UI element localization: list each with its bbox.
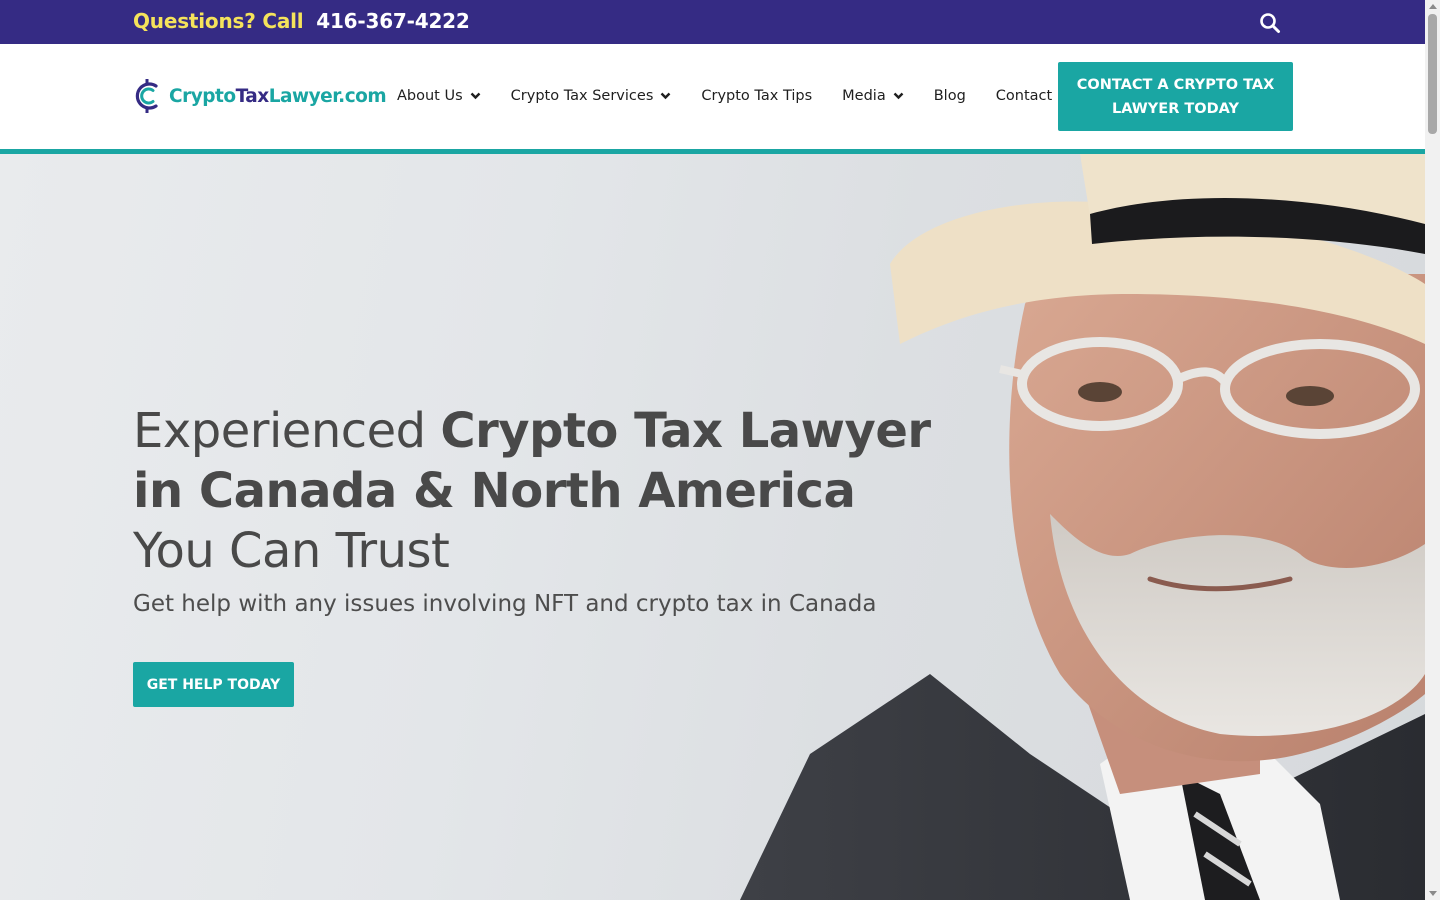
nav-about-us-label: About Us	[397, 88, 463, 104]
chevron-down-icon	[893, 92, 904, 100]
nav-crypto-tax-tips-label: Crypto Tax Tips	[701, 88, 813, 104]
nav-blog[interactable]: Blog	[934, 88, 966, 104]
main-nav: About Us Crypto Tax Services Crypto Tax …	[397, 88, 1052, 104]
get-help-today-button[interactable]: GET HELP TODAY	[133, 662, 294, 707]
hero-headline: Experienced Crypto Tax Lawyer in Canada …	[133, 401, 953, 581]
contact-lawyer-button[interactable]: CONTACT A CRYPTO TAX LAWYER TODAY	[1058, 62, 1293, 131]
call-banner-lead: Questions? Call	[133, 9, 304, 33]
nav-crypto-tax-tips[interactable]: Crypto Tax Tips	[701, 88, 812, 104]
hero-headline-light-2: You Can Trust	[133, 523, 450, 579]
nav-media-label: Media	[842, 88, 886, 104]
call-banner: Questions? Call 416-367-4222	[133, 9, 470, 33]
nav-crypto-tax-services[interactable]: Crypto Tax Services	[511, 88, 672, 104]
nav-media[interactable]: Media	[842, 88, 904, 104]
hero-section: Experienced Crypto Tax Lawyer in Canada …	[0, 154, 1425, 900]
hero-subheadline: Get help with any issues involving NFT a…	[133, 591, 877, 617]
logo-wordmark: CryptoTaxLawyer.com	[169, 85, 387, 107]
nav-crypto-tax-services-label: Crypto Tax Services	[510, 88, 654, 104]
hero-headline-light-1: Experienced	[133, 403, 441, 459]
chevron-down-icon	[661, 92, 671, 100]
scroll-down-arrow-icon[interactable]	[1429, 891, 1437, 896]
nav-contact[interactable]: Contact	[996, 88, 1052, 104]
nav-contact-label: Contact	[995, 88, 1053, 104]
scrollbar-thumb[interactable]	[1428, 14, 1437, 134]
top-bar: Questions? Call 416-367-4222	[0, 0, 1425, 44]
page-scrollbar[interactable]	[1425, 0, 1440, 900]
nav-blog-label: Blog	[933, 88, 966, 104]
site-header: CryptoTaxLawyer.com About Us Crypto Tax …	[0, 44, 1425, 154]
phone-link[interactable]: 416-367-4222	[316, 9, 470, 33]
search-icon[interactable]	[1258, 11, 1282, 35]
crypto-coin-logo-icon	[135, 79, 158, 113]
nav-about-us[interactable]: About Us	[397, 88, 481, 104]
site-logo[interactable]: CryptoTaxLawyer.com	[132, 77, 387, 115]
chevron-down-icon	[470, 92, 481, 100]
scroll-up-arrow-icon[interactable]	[1429, 4, 1437, 9]
